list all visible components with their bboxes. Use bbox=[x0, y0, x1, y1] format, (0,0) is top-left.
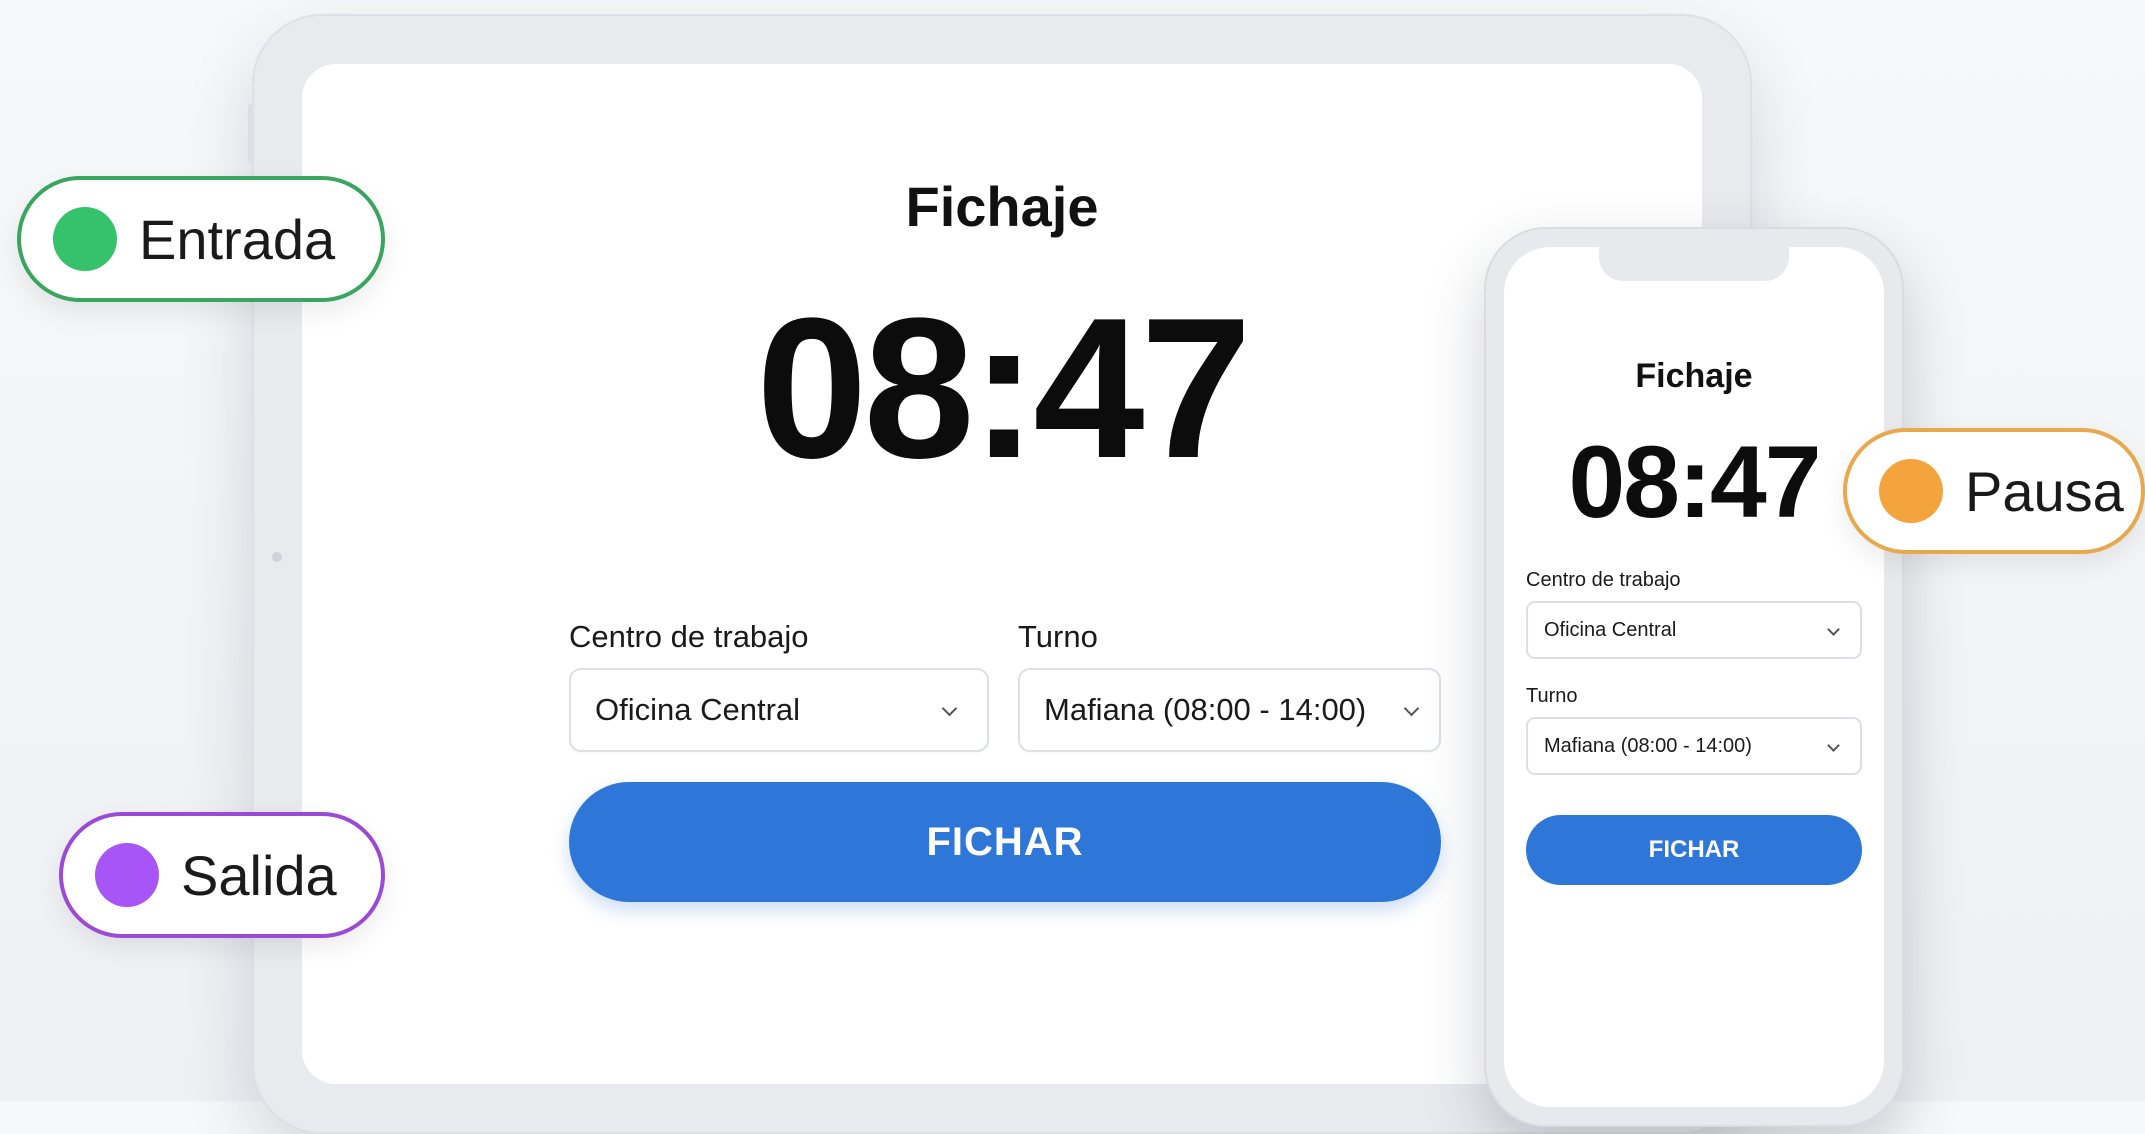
work-center-label: Centro de trabajo bbox=[1526, 569, 1681, 591]
shift-label: Turno bbox=[1018, 619, 1098, 654]
page-title: Fichaje bbox=[905, 175, 1099, 238]
status-label: Salida bbox=[181, 843, 337, 907]
clock-display: 08:47 bbox=[1568, 425, 1822, 539]
shift-label: Turno bbox=[1526, 685, 1578, 707]
phone-screen: Fichaje 08:47 Centro de trabajo Oficina … bbox=[1504, 247, 1884, 1107]
chevron-down-icon bbox=[1403, 700, 1420, 717]
phone-device: Fichaje 08:47 Centro de trabajo Oficina … bbox=[1484, 227, 1904, 1127]
work-center-select[interactable]: Oficina Central bbox=[1526, 601, 1862, 659]
work-center-value: Oficina Central bbox=[595, 692, 801, 727]
shift-value: Mafiana (08:00 - 14:00) bbox=[1044, 692, 1367, 727]
work-center-value: Oficina Central bbox=[1544, 618, 1677, 641]
green-dot-icon bbox=[53, 207, 117, 271]
purple-dot-icon bbox=[95, 843, 159, 907]
work-center-label: Centro de trabajo bbox=[569, 619, 809, 654]
page-title: Fichaje bbox=[1635, 357, 1753, 395]
status-pill-entrada: Entrada bbox=[17, 176, 385, 302]
status-label: Pausa bbox=[1965, 459, 2124, 523]
chevron-down-icon bbox=[941, 700, 958, 717]
fichar-button[interactable]: FICHAR bbox=[1526, 815, 1862, 885]
fichar-button[interactable]: FICHAR bbox=[569, 782, 1441, 902]
shift-select[interactable]: Mafiana (08:00 - 14:00) bbox=[1018, 668, 1441, 752]
tablet-camera bbox=[272, 552, 282, 562]
chevron-down-icon bbox=[1827, 739, 1840, 752]
status-label: Entrada bbox=[139, 207, 336, 271]
shift-select[interactable]: Mafiana (08:00 - 14:00) bbox=[1526, 717, 1862, 775]
status-pill-salida: Salida bbox=[59, 812, 385, 938]
work-center-select[interactable]: Oficina Central bbox=[569, 668, 989, 752]
chevron-down-icon bbox=[1827, 623, 1840, 636]
status-pill-pausa: Pausa bbox=[1843, 428, 2145, 554]
orange-dot-icon bbox=[1879, 459, 1943, 523]
shift-value: Mafiana (08:00 - 14:00) bbox=[1544, 734, 1752, 757]
phone-notch bbox=[1599, 247, 1789, 281]
tablet-side-button bbox=[248, 104, 252, 164]
